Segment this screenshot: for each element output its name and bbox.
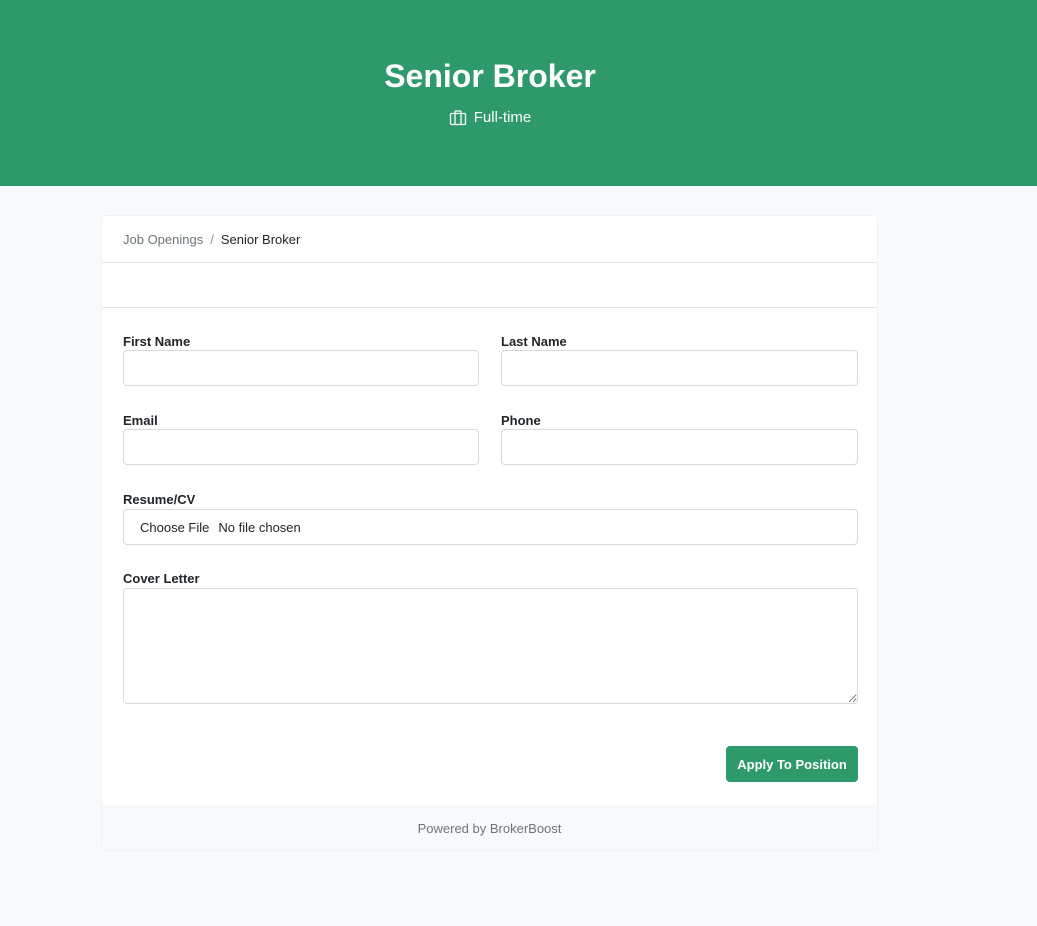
card-subheader [102,263,877,308]
breadcrumb-current: Senior Broker [220,231,301,247]
briefcase-icon [449,109,467,127]
breadcrumb-separator: / [210,231,214,247]
apply-to-position-button[interactable]: Apply To Position [726,746,858,782]
job-header: Senior Broker Full-time [0,0,1037,186]
email-field[interactable] [123,429,479,465]
cover-letter-label: Cover Letter [123,571,200,586]
resume-file-input[interactable]: Choose File No file chosen [123,509,858,545]
email-label: Email [123,413,158,428]
first-name-label: First Name [123,334,191,349]
breadcrumb-job-openings-link[interactable]: Job Openings [123,232,203,247]
first-name-field[interactable] [123,350,479,386]
powered-by-text: Powered by BrokerBoost [417,821,562,836]
last-name-field[interactable] [501,350,858,386]
card-footer: Powered by BrokerBoost [102,805,877,850]
employment-type: Full-time [0,108,980,128]
phone-field[interactable] [501,429,858,465]
application-card: Job Openings / Senior Broker First Name … [101,215,878,851]
file-status-text: No file chosen [218,519,301,535]
breadcrumb: Job Openings / Senior Broker [102,216,877,263]
resume-label: Resume/CV [123,492,196,507]
cover-letter-textarea[interactable] [123,588,858,704]
job-title: Senior Broker [384,58,596,94]
choose-file-button[interactable]: Choose File [140,520,209,535]
phone-label: Phone [501,413,541,428]
last-name-label: Last Name [501,334,567,349]
employment-type-label: Full-time [473,109,532,126]
